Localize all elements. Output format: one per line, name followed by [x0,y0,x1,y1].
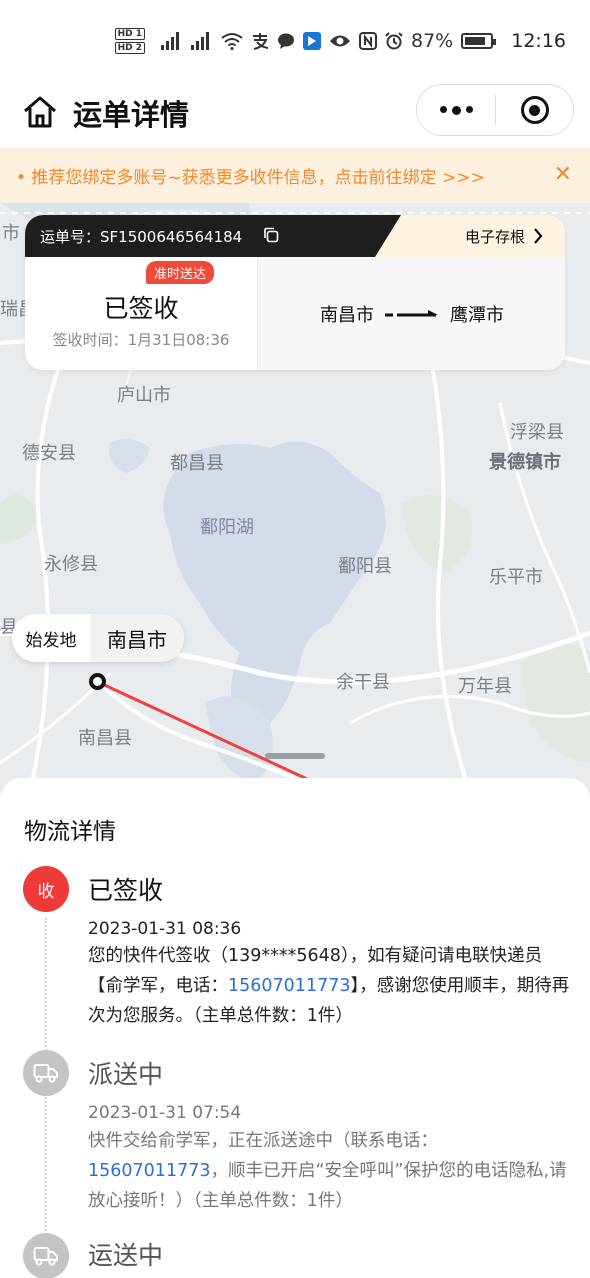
bind-account-banner[interactable]: • 推荐您绑定多账号~获悉更多收件信息，点击前往绑定 >>> ✕ [0,148,590,203]
close-icon[interactable]: ✕ [554,162,572,187]
route-arrow-icon [385,310,438,317]
map-label-poyang: 鄱阳县 [338,556,392,577]
close-mini-program-button[interactable] [496,96,573,124]
map-label-yongxiu: 永修县 [44,554,98,575]
map-label-nanchang-county: 南昌县 [78,728,132,749]
target-icon [520,96,549,124]
sign-time: 签收时间：1月31日08:36 [52,331,230,349]
waybill-number: 运单号：SF1500646564184 [40,228,243,246]
signed-icon: 收 [23,866,69,912]
copy-icon[interactable] [263,227,279,243]
chat-icon [278,33,294,49]
alarm-icon [385,32,403,50]
nfc-icon [359,32,377,50]
alipay-icon [253,33,269,50]
event-description: 您的快件代签收（139****5648），如有疑问请电联快递员【俞学军，电话：1… [88,946,570,1026]
hd-indicator: HD 1 HD 2 [114,28,145,54]
e-archive-link[interactable]: 电子存根 [465,226,525,247]
route-destination: 鹰潭市 [450,305,504,326]
origin-city: 南昌市 [90,614,184,662]
status-bar: HD 1 HD 2 87% 12:16 [0,0,590,82]
delivery-truck-icon [23,1050,69,1096]
courier-phone-link[interactable]: 15607011773 [228,976,350,996]
battery-percent: 87% [411,30,454,52]
battery-icon [461,33,497,49]
logistics-title: 物流详情 [24,819,116,845]
signal-icon [161,32,183,50]
more-dots-icon[interactable] [417,105,495,115]
on-time-badge: 准时送达 [146,261,215,284]
page-title: 运单详情 [73,98,190,132]
wifi-icon [221,33,243,50]
signal-icon [191,32,213,50]
event-title: 运送中 [88,1241,164,1270]
origin-point [89,673,106,690]
transport-truck-icon [23,1233,69,1278]
home-icon[interactable] [22,94,58,130]
courier-phone-link[interactable]: 15607011773 [88,1161,210,1181]
map-label-lushan: 庐山市 [117,385,171,406]
map-label-duchang: 都昌县 [170,453,224,474]
map-label-edge-shi: 市 [2,223,20,244]
origin-tag: 始发地 [12,614,90,662]
delivery-status-panel: 准时送达 已签收 签收时间：1月31日08:36 [25,257,257,370]
map-label-de-an: 德安县 [22,443,76,464]
clock: 12:16 [511,30,566,52]
timeline-line [45,918,47,1278]
eye-icon [330,35,350,47]
map-label-yugan: 余干县 [336,672,390,693]
delivery-status: 已签收 [103,294,179,323]
map-label-leping: 乐平市 [489,567,543,588]
event-time: 2023-01-31 08:36 [88,919,242,939]
event-title: 派送中 [88,1060,164,1089]
route-panel: 南昌市 鹰潭市 [257,257,565,370]
route-origin: 南昌市 [320,305,374,326]
event-title: 已签收 [88,876,164,905]
map-label-jingdezhen: 景德镇市 [489,452,561,473]
nav-bar: 运单详情 [0,82,590,148]
map-label-poyang-lake: 鄱阳湖 [200,517,254,538]
event-time: 2023-01-31 07:54 [88,1103,242,1123]
chevron-right-icon[interactable] [533,228,543,244]
sheet-drag-handle[interactable] [265,753,325,759]
shipment-card: 运单号：SF1500646564184 电子存根 准时送达 已签收 签收时间：1… [25,215,565,370]
event-description: 快件交给俞学军，正在派送途中（联系电话：15607011773，顺丰已开启“安全… [88,1131,567,1211]
mini-program-capsule [416,84,574,136]
map-label-wannian: 万年县 [458,676,512,697]
banner-text[interactable]: • 推荐您绑定多账号~获悉更多收件信息，点击前往绑定 >>> [16,163,485,188]
logistics-sheet: 物流详情 收 已签收 2023-01-31 08:36 您的快件代签收（139*… [0,778,590,1278]
origin-marker-bubble[interactable]: 始发地 南昌市 [12,614,184,662]
app-notification-icon [303,32,321,50]
map-label-fuliang: 浮梁县 [510,422,564,443]
